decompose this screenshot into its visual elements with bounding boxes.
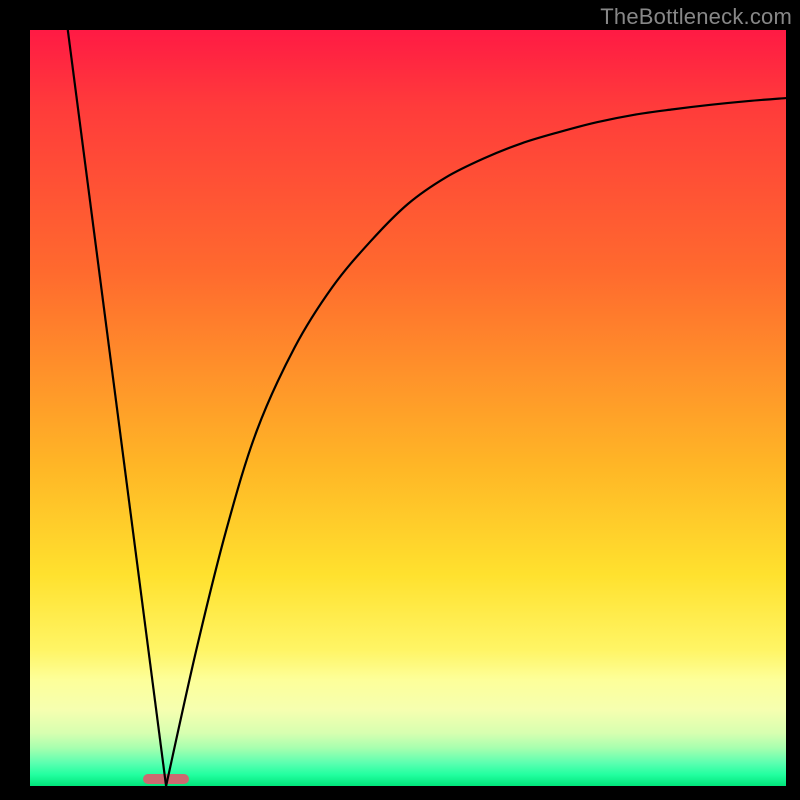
watermark-text: TheBottleneck.com <box>600 4 792 30</box>
chart-frame: TheBottleneck.com <box>0 0 800 800</box>
curve-right-rise <box>166 98 786 786</box>
chart-curves <box>30 30 786 786</box>
curve-left-descent <box>68 30 166 786</box>
plot-area <box>30 30 786 786</box>
